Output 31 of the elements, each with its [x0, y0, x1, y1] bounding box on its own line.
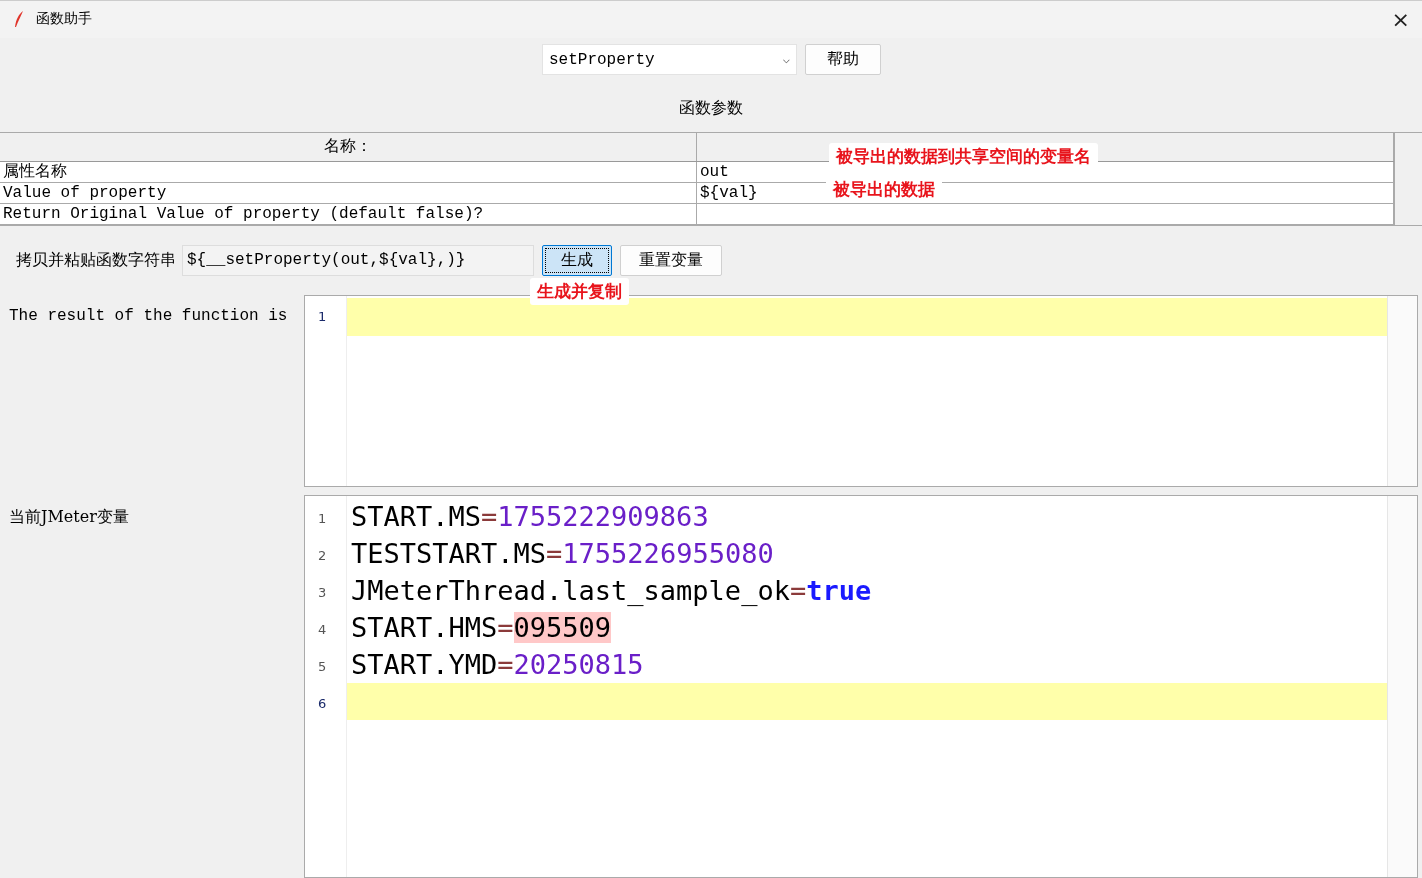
table-cell: 属性名称: [0, 161, 697, 182]
function-string-field[interactable]: ${__setProperty(out,${val},)}: [182, 245, 534, 277]
variables-label: 当前JMeter变量: [9, 506, 130, 529]
annotation-label: 生成并复制: [530, 278, 629, 306]
scrollbar[interactable]: [1394, 132, 1422, 226]
variables-editor[interactable]: 1 2 3 4 5 6 START.MS=1755222909863 TESTSTART.MS=1755226955080 JMeterThread.last_sample_ok=true START.HMS=095509 START.YMD=20250815: [304, 495, 1418, 878]
code-line: START.MS=1755222909863: [351, 501, 709, 533]
reset-button[interactable]: 重置变量: [620, 245, 722, 277]
result-label: The result of the function is: [9, 306, 289, 327]
line-number: 3: [317, 584, 328, 603]
code-line: TESTSTART.MS=1755226955080: [351, 538, 774, 570]
section-title: 函数参数: [679, 98, 743, 120]
table-cell: Value of property: [0, 182, 697, 203]
line-number: 5: [317, 658, 328, 677]
column-header: 名称：: [0, 132, 697, 161]
line-number: 1: [317, 308, 328, 326]
code-line: START.HMS=095509: [351, 612, 612, 644]
generate-button[interactable]: 生成: [542, 245, 612, 277]
line-number: 6: [317, 695, 328, 714]
function-dropdown[interactable]: setProperty ⌵: [542, 44, 797, 76]
field-label: 拷贝并粘贴函数字符串: [16, 250, 176, 272]
code-line: JMeterThread.last_sample_ok=true: [351, 575, 872, 607]
code-line: START.YMD=20250815: [351, 649, 644, 681]
close-button[interactable]: ×: [1385, 6, 1416, 32]
line-number: 2: [317, 547, 328, 566]
window-title: 函数助手: [36, 10, 92, 29]
table-cell: Return Original Value of property (default false)?: [0, 203, 697, 224]
help-button[interactable]: 帮助: [805, 44, 881, 76]
feather-icon: [14, 10, 24, 29]
line-number: 4: [317, 621, 328, 640]
line-number: 1: [317, 510, 328, 529]
